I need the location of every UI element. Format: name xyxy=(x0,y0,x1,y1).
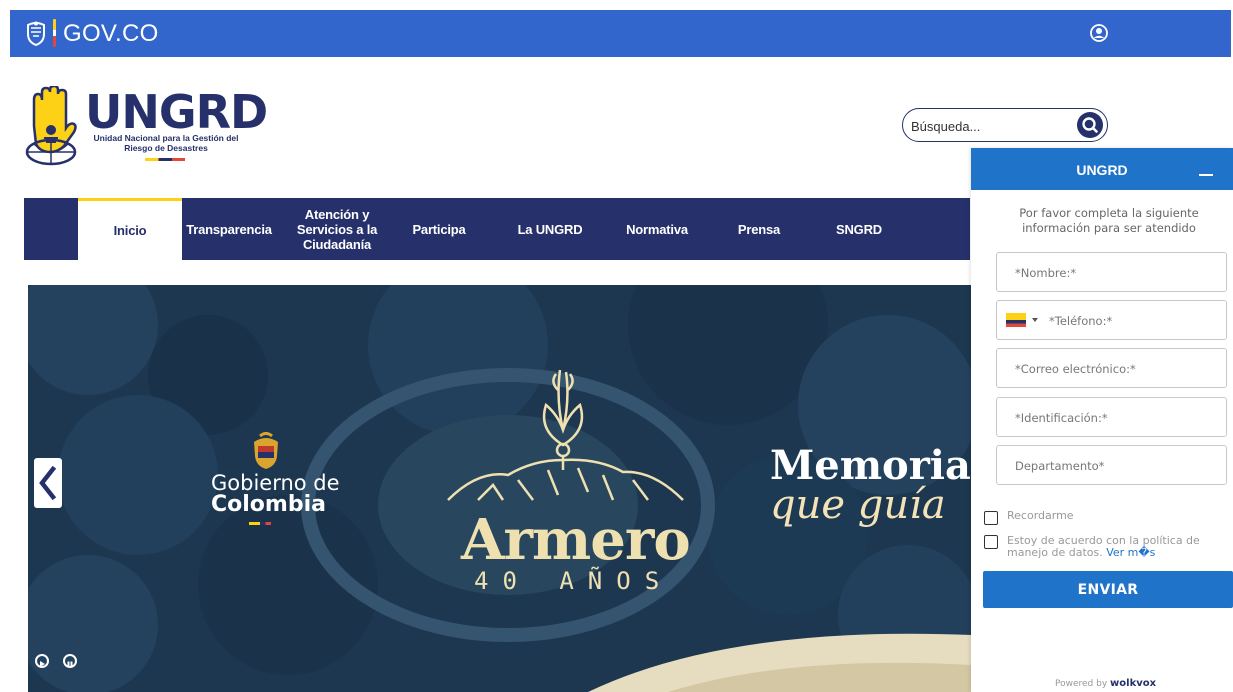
policy-link[interactable]: Ver m�s xyxy=(1106,546,1155,559)
powered-by: Powered by wolkvox xyxy=(1055,678,1156,689)
chat-intro: Por favor completa la siguiente informac… xyxy=(1019,206,1199,235)
nav-item-sngrd[interactable]: SNGRD xyxy=(824,198,894,260)
powered-prefix: Powered by xyxy=(1055,679,1108,689)
pause-icon xyxy=(67,661,73,667)
logo-title[interactable]: UNGRD xyxy=(85,89,268,135)
policy-text: Estoy de acuerdo con la política de mane… xyxy=(1007,534,1200,559)
hero-armero-title: Armero xyxy=(461,507,691,573)
telefono-field xyxy=(996,300,1227,340)
search-box xyxy=(902,108,1108,142)
colombia-coat-of-arms-icon xyxy=(254,432,278,469)
hero-anos-subtitle: 40 AÑOS xyxy=(474,567,674,595)
remember-checkbox[interactable] xyxy=(984,511,998,525)
colombia-flag-icon[interactable] xyxy=(1006,313,1026,327)
play-icon xyxy=(40,661,45,667)
caret-down-icon[interactable] xyxy=(1032,318,1038,322)
policy-checkbox[interactable] xyxy=(984,535,998,549)
govco-bar: GOV.CO xyxy=(10,10,1231,57)
search-input[interactable] xyxy=(911,116,1071,136)
policy-label: Estoy de acuerdo con la política de mane… xyxy=(1007,535,1229,559)
nombre-input[interactable] xyxy=(1015,264,1215,282)
nav-item-participa[interactable]: Participa xyxy=(404,198,474,260)
chat-header[interactable]: UNGRD xyxy=(971,148,1233,190)
nav-item-la-ungrd[interactable]: La UNGRD xyxy=(510,198,590,260)
correo-input[interactable] xyxy=(1015,360,1215,378)
wolkvox-brand[interactable]: wolkvox xyxy=(1110,678,1156,689)
search-button[interactable] xyxy=(1077,112,1103,138)
carousel-prev-button[interactable] xyxy=(34,458,62,508)
hero-que-guia: que guía xyxy=(770,482,946,528)
armero-emblem-icon xyxy=(447,369,684,501)
logo-subtitle: Unidad Nacional para la Gestión del Ries… xyxy=(93,133,239,153)
nav-item-transparencia[interactable]: Transparencia xyxy=(182,198,276,260)
correo-field xyxy=(996,348,1227,388)
gobierno-line2: Colombia xyxy=(211,492,326,517)
minimize-icon[interactable] xyxy=(1199,174,1213,176)
telefono-input[interactable] xyxy=(1049,312,1219,330)
nav-item-normativa[interactable]: Normativa xyxy=(612,198,702,260)
gobierno-line1: Gobierno de xyxy=(211,471,340,495)
main-nav: Inicio Transparencia Atención y Servicio… xyxy=(24,198,970,260)
govco-brand[interactable]: GOV.CO xyxy=(63,20,159,48)
nombre-field xyxy=(996,252,1227,292)
nav-item-prensa[interactable]: Prensa xyxy=(724,198,794,260)
nav-item-atencion[interactable]: Atención y Servicios a la Ciudadanía xyxy=(292,198,382,260)
gobierno-flag-bar xyxy=(249,522,271,525)
search-icon xyxy=(1082,117,1098,133)
nav-item-inicio[interactable]: Inicio xyxy=(78,198,182,260)
colombia-shield-icon xyxy=(27,21,45,46)
send-button[interactable]: ENVIAR xyxy=(983,571,1233,608)
carousel-pause-button[interactable] xyxy=(63,654,77,668)
chat-title: UNGRD xyxy=(1076,162,1128,178)
departamento-input[interactable] xyxy=(1015,457,1215,475)
carousel-play-button[interactable] xyxy=(35,654,49,668)
identificacion-field xyxy=(996,397,1227,437)
identificacion-input[interactable] xyxy=(1015,409,1215,427)
departamento-field xyxy=(996,445,1227,485)
logo-flag-bar xyxy=(145,158,185,161)
user-circle-icon[interactable] xyxy=(1090,24,1108,42)
ungrd-logo-icon[interactable] xyxy=(24,86,78,166)
chevron-left-icon xyxy=(39,465,57,501)
chat-widget: UNGRD Por favor completa la siguiente in… xyxy=(971,148,1233,692)
remember-label: Recordarme xyxy=(1007,509,1074,522)
flag-divider xyxy=(53,19,56,47)
